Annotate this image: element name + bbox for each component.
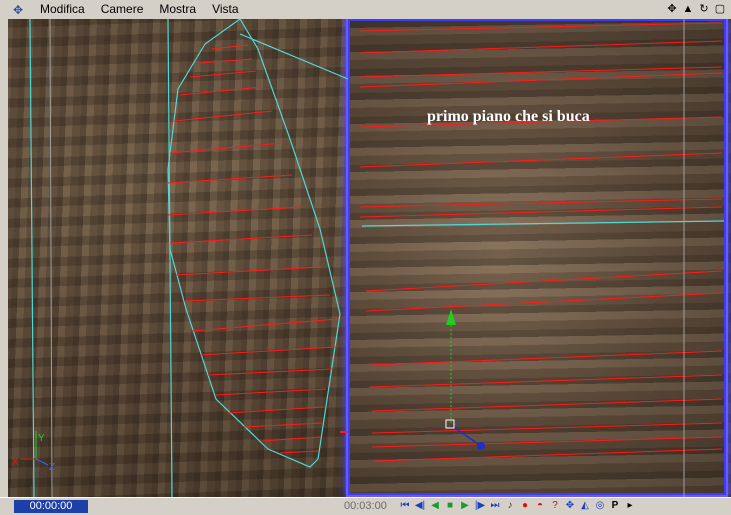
goto-end-icon[interactable]: ⏭ xyxy=(488,499,502,513)
menu-item-camere[interactable]: Camere xyxy=(93,0,152,19)
help-icon[interactable]: ? xyxy=(548,499,562,513)
play-icon[interactable]: ▶ xyxy=(458,499,472,513)
autokey-icon[interactable]: ◓ xyxy=(533,499,547,513)
svg-text:Y: Y xyxy=(38,433,45,444)
wireframe-overlay: Y X Z xyxy=(12,19,725,497)
playback-controls: ⏮ ◀| ◀ ■ ▶ |▶ ⏭ ♪ ● ◓ ? ✥ ◭ ◎ P ▸ xyxy=(398,499,637,513)
object-gizmo[interactable] xyxy=(445,309,485,450)
expand-icon[interactable]: ▸ xyxy=(623,499,637,513)
move-view-icon[interactable]: ✥ xyxy=(665,1,679,16)
menu-item-modifica[interactable]: Modifica xyxy=(32,0,93,19)
sound-icon[interactable]: ♪ xyxy=(503,499,517,513)
stop-icon[interactable]: ■ xyxy=(443,499,457,513)
zoom-view-icon[interactable]: ▲ xyxy=(681,1,695,16)
red-section-lines xyxy=(167,44,339,454)
end-time-label: 00:03:00 xyxy=(344,500,387,512)
axis-tool-icon[interactable]: ✥ xyxy=(10,2,26,18)
scale-tool-icon[interactable]: ◭ xyxy=(578,499,592,513)
prev-key-icon[interactable]: ◀| xyxy=(413,499,427,513)
menu-item-vista[interactable]: Vista xyxy=(204,0,246,19)
maximize-view-icon[interactable]: ▢ xyxy=(713,1,727,16)
rotate-tool-icon[interactable]: ◎ xyxy=(593,499,607,513)
record-icon[interactable]: ● xyxy=(518,499,532,513)
3d-viewport[interactable]: Y X Z primo piano che si buca xyxy=(0,19,731,497)
next-key-icon[interactable]: |▶ xyxy=(473,499,487,513)
svg-text:Z: Z xyxy=(49,462,55,473)
move-tool-icon[interactable]: ✥ xyxy=(563,499,577,513)
goto-start-icon[interactable]: ⏮ xyxy=(398,499,412,513)
menu-item-mostra[interactable]: Mostra xyxy=(151,0,204,19)
timeline-bar[interactable]: 00:00:00 00:03:00 ⏮ ◀| ◀ ■ ▶ |▶ ⏭ ♪ ● ◓ … xyxy=(0,497,731,515)
viewport-annotation: primo piano che si buca xyxy=(427,108,590,125)
current-time-field[interactable]: 00:00:00 xyxy=(14,500,88,513)
menu-bar: ✥ Modifica Camere Mostra Vista ✥ ▲ ↻ ▢ xyxy=(0,0,731,20)
point-mode-icon[interactable]: P xyxy=(608,499,622,513)
rotate-view-icon[interactable]: ↻ xyxy=(697,1,711,16)
play-reverse-icon[interactable]: ◀ xyxy=(428,499,442,513)
svg-text:X: X xyxy=(12,457,19,468)
view-nav-controls: ✥ ▲ ↻ ▢ xyxy=(665,1,727,16)
